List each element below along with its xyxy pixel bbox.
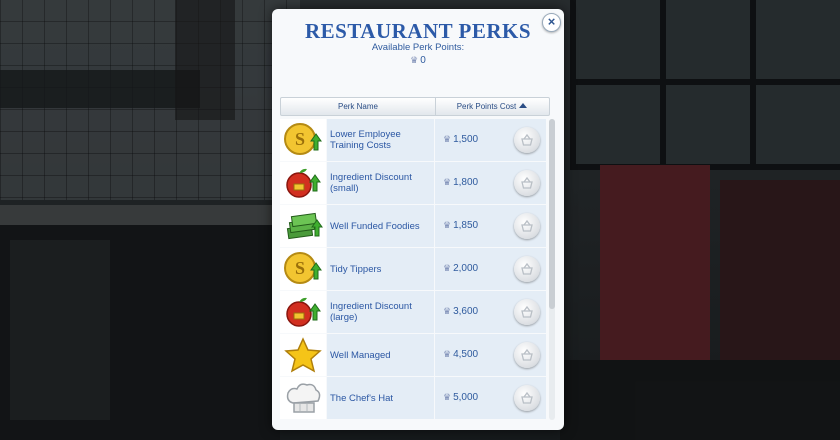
perk-icon-cell bbox=[280, 291, 326, 333]
perk-point-icon: ♛ bbox=[443, 134, 452, 144]
perk-name: Tidy Tippers bbox=[330, 263, 382, 275]
perk-cost-value: 1,850 bbox=[453, 220, 479, 231]
perk-point-icon: ♛ bbox=[443, 220, 452, 230]
perk-icon-cell bbox=[280, 377, 326, 419]
perk-name: Lower Employee Training Costs bbox=[330, 129, 401, 151]
basket-icon bbox=[521, 391, 533, 404]
restaurant-perks-dialog: Restaurant Perks × Available Perk Points… bbox=[272, 9, 564, 430]
perk-table-header: Perk Name Perk Points Cost bbox=[280, 97, 550, 116]
gold-simoleon-icon: S bbox=[284, 252, 322, 284]
perk-point-icon: ♛ bbox=[443, 263, 452, 273]
perk-row[interactable]: S Tidy Tippers ♛ 2,000 bbox=[280, 248, 546, 290]
perk-cost-value: 4,500 bbox=[453, 349, 479, 360]
perk-row[interactable]: Ingredient Discount (small) ♛ 1,800 bbox=[280, 162, 546, 204]
chef-hat-icon bbox=[286, 383, 321, 413]
apple-discount-icon bbox=[286, 297, 321, 327]
gold-simoleon-icon: S bbox=[284, 123, 322, 155]
perk-cost-cell: ♛ 5,000 bbox=[435, 377, 546, 419]
perk-icon-cell bbox=[280, 162, 326, 204]
perk-row[interactable]: The Chef's Hat ♛ 5,000 bbox=[280, 377, 546, 419]
perk-name: Well Managed bbox=[330, 349, 391, 361]
perk-row[interactable]: S Lower Employee Training Costs ♛ 1,500 bbox=[280, 119, 546, 161]
svg-text:S: S bbox=[295, 129, 305, 149]
perk-icon-cell: S bbox=[280, 119, 326, 161]
perk-cost-cell: ♛ 1,800 bbox=[435, 162, 546, 204]
perk-name-cell: The Chef's Hat bbox=[327, 377, 434, 419]
column-header-perk-cost[interactable]: Perk Points Cost bbox=[436, 98, 548, 115]
perk-cost-value: 2,000 bbox=[453, 263, 479, 274]
perk-cost-cell: ♛ 3,600 bbox=[435, 291, 546, 333]
perk-point-icon: ♛ bbox=[443, 349, 452, 359]
available-points-label: Available Perk Points: bbox=[371, 42, 465, 53]
perk-cost-value: 5,000 bbox=[453, 392, 479, 403]
buy-perk-button[interactable] bbox=[514, 213, 540, 239]
perk-name: Ingredient Discount (small) bbox=[330, 172, 412, 194]
perk-name-cell: Ingredient Discount (small) bbox=[327, 162, 434, 204]
available-points-value: ♛ 0 bbox=[272, 55, 564, 66]
perk-name-cell: Tidy Tippers bbox=[327, 248, 434, 290]
perk-cost: ♛ 3,600 bbox=[443, 306, 478, 317]
perk-name-cell: Well Managed bbox=[327, 334, 434, 376]
column-header-perk-name[interactable]: Perk Name bbox=[281, 98, 436, 115]
close-button[interactable]: × bbox=[542, 13, 561, 32]
perk-cost-cell: ♛ 1,500 bbox=[435, 119, 546, 161]
perk-cost-cell: ♛ 4,500 bbox=[435, 334, 546, 376]
perk-icon-cell: S bbox=[280, 248, 326, 290]
perk-icon-cell bbox=[280, 205, 326, 247]
available-points-number: 0 bbox=[420, 55, 426, 66]
star-icon bbox=[284, 337, 322, 373]
perk-point-icon: ♛ bbox=[443, 392, 452, 402]
perk-cost: ♛ 1,500 bbox=[443, 134, 478, 145]
basket-icon bbox=[521, 305, 533, 318]
perk-cost: ♛ 1,850 bbox=[443, 220, 478, 231]
perk-list: S Lower Employee Training Costs ♛1,500 bbox=[280, 119, 546, 420]
sort-ascending-icon bbox=[519, 103, 528, 108]
perk-list-scrollbar-thumb[interactable] bbox=[549, 119, 555, 309]
apple-discount-icon bbox=[286, 168, 321, 198]
buy-perk-button[interactable] bbox=[514, 127, 540, 153]
perk-name-cell: Lower Employee Training Costs bbox=[327, 119, 434, 161]
perk-point-icon: ♛ bbox=[443, 177, 452, 187]
perk-cost-cell: ♛ 2,000 bbox=[435, 248, 546, 290]
basket-icon bbox=[521, 133, 533, 146]
buy-perk-button[interactable] bbox=[514, 299, 540, 325]
basket-icon bbox=[521, 176, 533, 189]
perk-cost-cell: ♛ 1,850 bbox=[435, 205, 546, 247]
perk-row[interactable]: Well Funded Foodies ♛ 1,850 bbox=[280, 205, 546, 247]
dialog-title: Restaurant Perks bbox=[304, 19, 532, 43]
perk-cost-value: 3,600 bbox=[453, 306, 479, 317]
buy-perk-button[interactable] bbox=[514, 385, 540, 411]
perk-cost-value: 1,800 bbox=[453, 177, 479, 188]
basket-icon bbox=[521, 262, 533, 275]
perk-name: Well Funded Foodies bbox=[330, 220, 420, 232]
buy-perk-button[interactable] bbox=[514, 256, 540, 282]
column-header-perk-cost-label: Perk Points Cost bbox=[456, 102, 517, 111]
perk-point-icon: ♛ bbox=[410, 55, 419, 65]
close-icon: × bbox=[547, 14, 556, 29]
perk-cost: ♛ 2,000 bbox=[443, 263, 478, 274]
perk-cost-value: 1,500 bbox=[453, 134, 479, 145]
perk-point-icon: ♛ bbox=[443, 306, 452, 316]
svg-text:S: S bbox=[295, 258, 305, 278]
basket-icon bbox=[521, 219, 533, 232]
perk-cost: ♛ 4,500 bbox=[443, 349, 478, 360]
perk-name-cell: Well Funded Foodies bbox=[327, 205, 434, 247]
perk-cost: ♛ 1,800 bbox=[443, 177, 478, 188]
perk-icon-cell bbox=[280, 334, 326, 376]
perk-row[interactable]: Well Managed ♛ 4,500 bbox=[280, 334, 546, 376]
money-stack-icon bbox=[286, 212, 323, 240]
perk-name-cell: Ingredient Discount (large) bbox=[327, 291, 434, 333]
perk-cost: ♛ 5,000 bbox=[443, 392, 478, 403]
basket-icon bbox=[521, 348, 533, 361]
perk-name: Ingredient Discount (large) bbox=[330, 301, 412, 323]
column-header-perk-name-label: Perk Name bbox=[337, 102, 378, 111]
buy-perk-button[interactable] bbox=[514, 342, 540, 368]
perk-row[interactable]: Ingredient Discount (large) ♛ 3,600 bbox=[280, 291, 546, 333]
perk-name: The Chef's Hat bbox=[330, 392, 394, 404]
buy-perk-button[interactable] bbox=[514, 170, 540, 196]
